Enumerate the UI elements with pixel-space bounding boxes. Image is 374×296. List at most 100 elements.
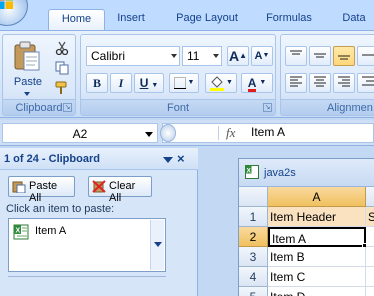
office-button[interactable]: [0, 0, 28, 26]
clipboard-group: Paste Clipboard ↘: [2, 34, 76, 116]
pane-options-dropdown-icon[interactable]: [163, 157, 173, 163]
workbook-title-bar: X java2s: [239, 159, 374, 187]
name-box-value: A2: [72, 127, 88, 141]
align-right-button[interactable]: [333, 73, 355, 93]
excel-workbook-icon: X: [245, 165, 259, 179]
row-header[interactable]: 4: [239, 267, 268, 287]
align-center-icon: [314, 76, 326, 87]
paste-all-icon: [12, 181, 26, 193]
clipboard-hint: Click an item to paste:: [6, 203, 115, 215]
row-header[interactable]: 5: [239, 287, 268, 296]
font-group-label: Font: [81, 99, 275, 115]
column-header-b[interactable]: [366, 187, 374, 207]
cell-a4[interactable]: Item C: [268, 267, 366, 287]
align-middle-button[interactable]: [309, 46, 331, 66]
cell-b5[interactable]: [366, 287, 374, 296]
clear-all-label: Clear All: [109, 180, 136, 204]
italic-button[interactable]: I: [110, 73, 132, 93]
chevron-down-icon: [154, 242, 162, 247]
grow-font-label: A: [228, 48, 240, 64]
tab-page-layout[interactable]: Page Layout: [168, 9, 246, 30]
cell-b2[interactable]: [366, 227, 374, 247]
row-header[interactable]: 1: [239, 207, 268, 227]
align-center-button[interactable]: [309, 73, 331, 93]
office-logo-icon: [0, 0, 13, 9]
shrink-font-label: A: [254, 50, 263, 62]
paste-icon: [14, 41, 40, 71]
excel-item-icon: X: [13, 224, 29, 240]
underline-button[interactable]: U ▼: [134, 73, 164, 93]
cut-icon[interactable]: [55, 41, 69, 55]
clipboard-item-dropdown[interactable]: [150, 220, 164, 270]
fill-color-icon: [210, 76, 225, 91]
formula-bar-resize-handle[interactable]: [160, 124, 176, 142]
paste-button[interactable]: Paste: [5, 37, 49, 97]
ribbon: Paste Clipboard ↘ Calibri 11 A▲ A▼ B I U…: [0, 30, 374, 118]
workbook-window: X java2s A 1 Item Header S 2 Item A 3 It…: [238, 158, 374, 296]
indent-button[interactable]: [357, 73, 374, 93]
svg-text:X: X: [16, 228, 21, 235]
font-color-button[interactable]: A ▼: [241, 73, 273, 93]
cell-a2-active[interactable]: Item A: [268, 227, 366, 247]
tab-formulas[interactable]: Formulas: [258, 9, 320, 30]
clipboard-dialog-launcher-icon[interactable]: ↘: [63, 103, 72, 112]
align-middle-icon: [314, 53, 326, 58]
align-top-button[interactable]: [285, 46, 307, 66]
borders-icon: [173, 77, 186, 89]
align-top-icon: [290, 50, 302, 55]
cell-a3[interactable]: Item B: [268, 247, 366, 267]
align-bottom-button[interactable]: [333, 46, 355, 66]
bold-button[interactable]: B: [86, 73, 108, 93]
row-header[interactable]: 2: [239, 227, 268, 247]
cell-b3[interactable]: [366, 247, 374, 267]
column-header-a[interactable]: A: [268, 187, 366, 207]
name-box[interactable]: A2: [2, 123, 158, 143]
tab-home[interactable]: Home: [48, 9, 105, 31]
clipboard-item[interactable]: X Item A: [8, 218, 166, 272]
align-bottom-icon: [338, 55, 350, 60]
font-name-dropdown-icon[interactable]: [171, 54, 177, 58]
font-group: Calibri 11 A▲ A▼ B I U ▼ ▼ ▼ A ▼ Font ↘: [80, 34, 276, 116]
formula-bar: A2 fx Item A: [0, 120, 374, 146]
name-box-dropdown-icon[interactable]: [145, 132, 153, 137]
formula-text[interactable]: Item A: [251, 125, 285, 139]
font-color-label: A: [247, 76, 257, 92]
clear-all-icon: [92, 180, 106, 193]
insert-function-icon[interactable]: fx: [226, 125, 235, 141]
font-dialog-launcher-icon[interactable]: ↘: [263, 103, 272, 112]
cell-a5[interactable]: Item D: [268, 287, 366, 296]
svg-text:X: X: [247, 168, 252, 175]
row-header[interactable]: 3: [239, 247, 268, 267]
font-size-dropdown-icon[interactable]: [213, 54, 219, 58]
clipboard-pane: 1 of 24 - Clipboard × Paste All Clear Al…: [0, 148, 198, 296]
align-left-icon: [290, 76, 302, 87]
cell-b1[interactable]: S: [366, 207, 374, 227]
copy-icon[interactable]: [55, 61, 69, 75]
orientation-icon: [362, 54, 374, 56]
borders-button[interactable]: ▼: [169, 73, 199, 93]
select-all-corner[interactable]: [239, 187, 268, 207]
shrink-font-button[interactable]: A▼: [251, 46, 273, 66]
font-name-value: Calibri: [91, 49, 126, 63]
paste-dropdown-arrow-icon[interactable]: [24, 92, 30, 96]
fill-color-button[interactable]: ▼: [205, 73, 237, 93]
workbook-title: java2s: [264, 167, 296, 179]
clipboard-list-scrollbar[interactable]: [8, 276, 166, 286]
grow-font-button[interactable]: A▲: [227, 46, 249, 66]
font-name-combo[interactable]: Calibri: [86, 46, 180, 66]
close-icon[interactable]: ×: [177, 151, 185, 166]
tab-insert[interactable]: Insert: [108, 9, 154, 30]
paste-label: Paste: [13, 76, 43, 88]
cell-b4[interactable]: [366, 267, 374, 287]
paste-all-button[interactable]: Paste All: [8, 176, 75, 204]
clear-all-button[interactable]: Clear All: [88, 176, 152, 204]
tab-data[interactable]: Data: [334, 9, 374, 30]
align-left-button[interactable]: [285, 73, 307, 93]
font-size-combo[interactable]: 11: [182, 46, 222, 66]
orientation-button[interactable]: [357, 46, 374, 66]
format-painter-icon[interactable]: [55, 81, 69, 95]
font-size-value: 11: [187, 49, 200, 63]
cell-a1[interactable]: Item Header: [268, 207, 366, 227]
ribbon-tab-strip: Home Insert Page Layout Formulas Data: [0, 0, 374, 31]
underline-label: U: [139, 76, 149, 90]
